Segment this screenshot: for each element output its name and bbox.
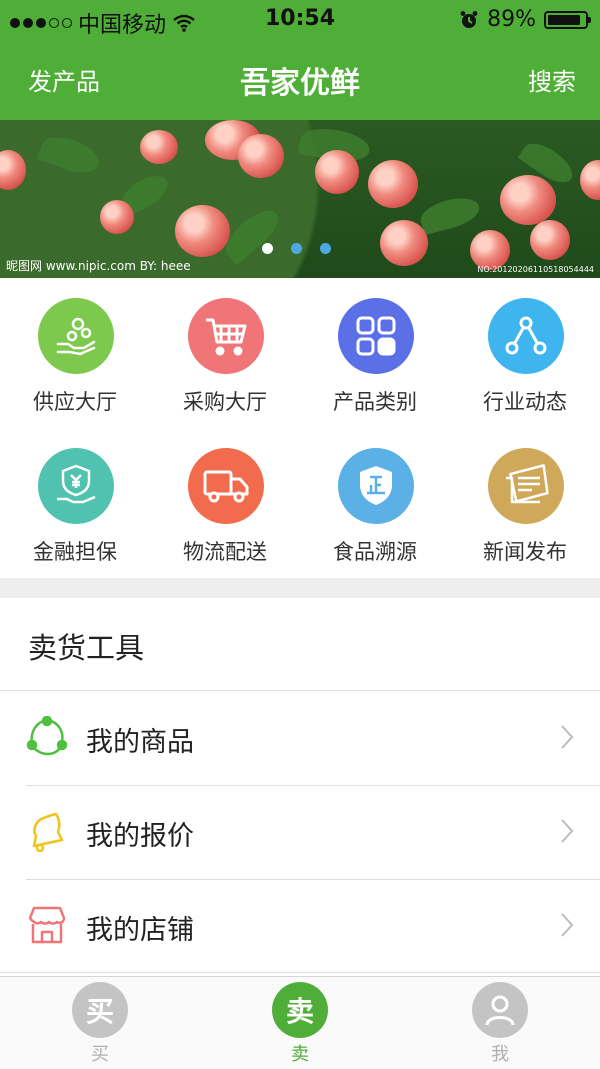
grid-item-logistics[interactable]: 物流配送 xyxy=(150,428,300,578)
tab-label: 卖 xyxy=(291,1044,309,1065)
status-right: 89% xyxy=(459,7,591,32)
menu-item-label: 我的店铺 xyxy=(86,915,194,946)
newspaper-icon xyxy=(488,448,564,524)
grid-icon xyxy=(338,298,414,374)
tab-buy[interactable]: 买 买 xyxy=(0,977,200,1069)
banner-code: NO:20120206110518054444 xyxy=(477,265,594,274)
section-divider xyxy=(0,578,600,598)
menu-item-my-store[interactable]: 我的店铺 xyxy=(0,880,600,972)
bottom-tab-bar: 买 买 卖 卖 我 xyxy=(0,976,600,1069)
finance-shield-icon xyxy=(38,448,114,524)
divider xyxy=(0,972,600,973)
grid-item-label: 采购大厅 xyxy=(183,390,267,414)
truck-icon xyxy=(188,448,264,524)
grid-item-product-category[interactable]: 产品类别 xyxy=(300,278,450,428)
grid-item-food-traceability[interactable]: 食品溯源 xyxy=(300,428,450,578)
search-button[interactable]: 搜索 xyxy=(528,62,576,97)
tab-sell[interactable]: 卖 卖 xyxy=(200,977,400,1069)
battery-percent: 89% xyxy=(487,7,536,32)
share-nodes-icon xyxy=(488,298,564,374)
tab-label: 买 xyxy=(91,1044,109,1065)
buy-icon: 买 xyxy=(72,982,128,1038)
app-title: 吾家优鲜 xyxy=(240,66,360,101)
sell-icon: 卖 xyxy=(272,982,328,1038)
chevron-right-icon xyxy=(560,912,574,942)
grid-item-label: 产品类别 xyxy=(333,390,417,414)
banner-watermark: 昵图网 www.nipic.com BY: heee xyxy=(6,259,191,273)
chevron-right-icon xyxy=(560,818,574,848)
grid-item-label: 供应大厅 xyxy=(33,390,117,414)
nodes-icon xyxy=(26,715,68,758)
battery-icon xyxy=(544,10,591,29)
chevron-right-icon xyxy=(560,724,574,754)
banner-carousel[interactable]: 昵图网 www.nipic.com BY: heee NO:2012020611… xyxy=(0,120,600,278)
certified-shield-icon xyxy=(338,448,414,524)
grid-item-news-release[interactable]: 新闻发布 xyxy=(450,428,600,578)
grid-item-label: 金融担保 xyxy=(33,540,117,564)
menu-item-label: 我的商品 xyxy=(86,727,194,758)
hand-coins-icon xyxy=(38,298,114,374)
store-icon xyxy=(26,904,68,946)
cart-icon xyxy=(188,298,264,374)
grid-item-industry-news[interactable]: 行业动态 xyxy=(450,278,600,428)
section-title: 卖货工具 xyxy=(28,631,145,665)
divider xyxy=(0,690,600,691)
grid-item-label: 物流配送 xyxy=(183,540,267,564)
app-header: 发产品 吾家优鲜 搜索 xyxy=(0,40,600,120)
top-bar: 中国移动 10:54 89% 发产品 吾家优鲜 搜索 xyxy=(0,0,600,120)
feature-grid: 供应大厅 采购大厅 产品类别 行业动态 金融担保 物流配送 食品溯源 新闻发布 xyxy=(0,278,600,578)
carousel-indicator[interactable] xyxy=(262,243,331,254)
menu-item-label: 我的报价 xyxy=(86,821,194,852)
tab-me[interactable]: 我 xyxy=(400,977,600,1069)
bell-icon xyxy=(26,810,68,853)
grid-item-label: 新闻发布 xyxy=(483,540,567,564)
grid-item-purchase-hall[interactable]: 采购大厅 xyxy=(150,278,300,428)
user-icon xyxy=(472,982,528,1038)
status-bar: 中国移动 10:54 89% xyxy=(0,0,600,40)
carousel-dot[interactable] xyxy=(320,243,331,254)
carousel-dot[interactable] xyxy=(291,243,302,254)
tab-label: 我 xyxy=(491,1044,509,1065)
grid-item-label: 食品溯源 xyxy=(333,540,417,564)
carousel-dot[interactable] xyxy=(262,243,273,254)
grid-item-supply-hall[interactable]: 供应大厅 xyxy=(0,278,150,428)
menu-item-my-quotes[interactable]: 我的报价 xyxy=(0,786,600,878)
grid-item-finance-guarantee[interactable]: 金融担保 xyxy=(0,428,150,578)
alarm-icon xyxy=(460,10,478,28)
menu-item-my-products[interactable]: 我的商品 xyxy=(0,692,600,784)
grid-item-label: 行业动态 xyxy=(483,390,567,414)
